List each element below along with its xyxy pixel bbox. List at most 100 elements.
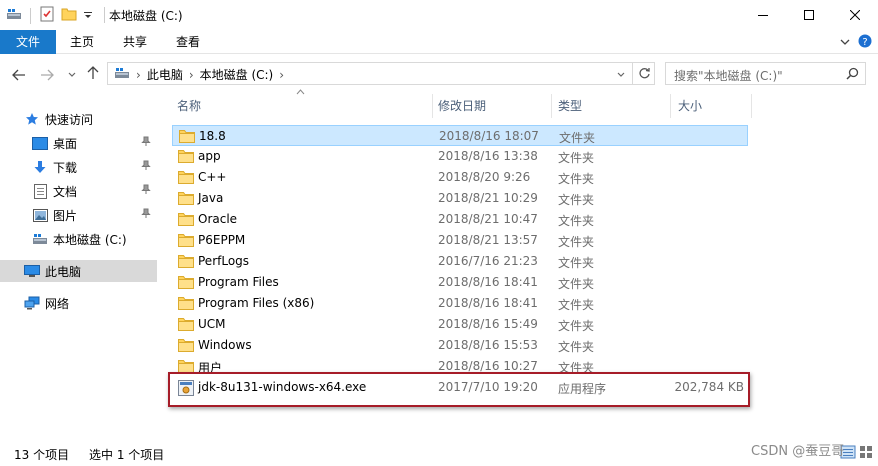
tab-view[interactable]: 查看 xyxy=(162,30,214,54)
item-count: 13 个项目 xyxy=(14,448,70,462)
nav-label: 图片 xyxy=(53,208,78,223)
star-icon xyxy=(24,111,40,127)
column-header-name[interactable]: 名称 xyxy=(165,94,201,118)
file-type: 文件夹 xyxy=(558,340,595,354)
nav-label: 本地磁盘 (C:) xyxy=(53,232,127,247)
pin-icon[interactable] xyxy=(141,208,151,221)
maximize-button[interactable] xyxy=(786,0,832,30)
file-date: 2018/8/21 10:29 xyxy=(438,191,538,205)
file-type: 文件夹 xyxy=(558,172,595,186)
search-icon[interactable] xyxy=(846,67,859,83)
window-title: 本地磁盘 (C:) xyxy=(109,9,183,23)
tab-home[interactable]: 主页 xyxy=(56,30,108,54)
file-row[interactable]: Program Files 2018/8/16 18:41 文件夹 xyxy=(172,272,748,293)
file-row[interactable]: Oracle 2018/8/21 10:47 文件夹 xyxy=(172,209,748,230)
drive-icon[interactable] xyxy=(6,7,22,24)
column-header-date[interactable]: 修改日期 xyxy=(426,94,486,118)
help-icon[interactable]: ? xyxy=(858,34,872,51)
file-row[interactable]: P6EPPM 2018/8/21 13:57 文件夹 xyxy=(172,230,748,251)
ribbon-right-controls: ? xyxy=(840,34,872,51)
recent-locations-dropdown-icon[interactable] xyxy=(63,66,81,84)
drive-icon xyxy=(114,67,130,82)
new-folder-icon[interactable] xyxy=(61,7,77,24)
nav-label: 文档 xyxy=(53,184,78,199)
file-row[interactable]: UCM 2018/8/16 15:49 文件夹 xyxy=(172,314,748,335)
nav-item-this-pc[interactable]: 此电脑 xyxy=(0,260,157,282)
file-name: UCM xyxy=(198,317,226,331)
title-bar: 本地磁盘 (C:) xyxy=(0,0,878,30)
file-type: 文件夹 xyxy=(558,298,595,312)
breadcrumb-this-pc[interactable]: 此电脑 xyxy=(147,66,183,83)
forward-arrow-icon[interactable] xyxy=(38,66,56,84)
pin-icon[interactable] xyxy=(141,160,151,173)
nav-quick-access[interactable]: 快速访问 xyxy=(0,108,157,130)
nav-item-downloads[interactable]: 下载 xyxy=(0,156,157,178)
file-name: Program Files (x86) xyxy=(198,296,315,310)
picture-icon xyxy=(32,207,48,223)
file-date: 2016/7/16 21:23 xyxy=(438,254,538,268)
breadcrumb-local-disk[interactable]: 本地磁盘 (C:) xyxy=(200,66,274,83)
breadcrumb-chevron-icon[interactable]: › xyxy=(136,68,141,82)
nav-item-local-disk[interactable]: 本地磁盘 (C:) xyxy=(0,228,157,250)
nav-item-pictures[interactable]: 图片 xyxy=(0,204,157,226)
file-date: 2018/8/16 10:27 xyxy=(438,359,538,373)
computer-icon xyxy=(24,263,40,279)
breadcrumb-chevron-icon[interactable]: › xyxy=(189,68,194,82)
file-row[interactable]: Java 2018/8/21 10:29 文件夹 xyxy=(172,188,748,209)
back-arrow-icon[interactable] xyxy=(10,66,28,84)
tab-file[interactable]: 文件 xyxy=(0,30,56,54)
file-date: 2018/8/16 15:53 xyxy=(438,338,538,352)
file-name: Program Files xyxy=(198,275,279,289)
selection-count: 选中 1 个项目 xyxy=(89,448,165,462)
breadcrumb-chevron-icon[interactable]: › xyxy=(279,68,284,82)
file-name: PerfLogs xyxy=(198,254,250,268)
customize-dropdown-icon[interactable] xyxy=(83,9,93,23)
view-switcher xyxy=(840,444,874,463)
file-date: 2018/8/20 9:26 xyxy=(438,170,531,184)
file-date: 2018/8/16 18:07 xyxy=(439,129,539,143)
folder-icon xyxy=(178,254,194,268)
folder-icon xyxy=(178,338,194,352)
nav-label: 下载 xyxy=(53,160,78,175)
column-divider[interactable] xyxy=(751,94,752,118)
file-type: 文件夹 xyxy=(558,319,595,333)
expand-ribbon-icon[interactable] xyxy=(840,36,850,50)
file-name: Java xyxy=(198,191,224,205)
highlight-annotation-box xyxy=(168,372,750,407)
nav-item-desktop[interactable]: 桌面 xyxy=(0,132,157,154)
search-input[interactable]: 搜索"本地磁盘 (C:)" xyxy=(674,67,783,84)
pin-icon[interactable] xyxy=(141,184,151,197)
file-name: C++ xyxy=(198,170,227,184)
column-header-size[interactable]: 大小 xyxy=(666,94,702,118)
file-row[interactable]: C++ 2018/8/20 9:26 文件夹 xyxy=(172,167,748,188)
file-date: 2018/8/21 10:47 xyxy=(438,212,538,226)
file-row[interactable]: 18.8 2018/8/16 18:07 文件夹 xyxy=(172,125,748,146)
file-row[interactable]: Windows 2018/8/16 15:53 文件夹 xyxy=(172,335,748,356)
file-date: 2018/8/16 15:49 xyxy=(438,317,538,331)
column-header-type[interactable]: 类型 xyxy=(546,94,582,118)
up-arrow-icon[interactable] xyxy=(84,64,102,82)
file-type: 文件夹 xyxy=(558,256,595,270)
address-history-dropdown-icon[interactable] xyxy=(612,66,630,84)
large-icons-view-icon[interactable] xyxy=(858,444,874,463)
folder-icon xyxy=(178,317,194,331)
file-date: 2018/8/16 18:41 xyxy=(438,275,538,289)
minimize-button[interactable] xyxy=(740,0,786,30)
folder-icon xyxy=(178,233,194,247)
file-row[interactable]: PerfLogs 2016/7/16 21:23 文件夹 xyxy=(172,251,748,272)
tab-share[interactable]: 共享 xyxy=(109,30,161,54)
file-row[interactable]: Program Files (x86) 2018/8/16 18:41 文件夹 xyxy=(172,293,748,314)
file-row[interactable]: app 2018/8/16 13:38 文件夹 xyxy=(172,146,748,167)
close-button[interactable] xyxy=(832,0,878,30)
address-bar[interactable]: › 此电脑 › 本地磁盘 (C:) › xyxy=(107,62,655,85)
desktop-icon xyxy=(32,135,48,151)
pin-icon[interactable] xyxy=(141,136,151,149)
properties-icon[interactable] xyxy=(39,6,55,25)
search-box[interactable]: 搜索"本地磁盘 (C:)" xyxy=(665,62,866,85)
nav-item-network[interactable]: 网络 xyxy=(0,292,157,314)
toolbar-separator xyxy=(30,7,31,24)
nav-item-documents[interactable]: 文档 xyxy=(0,180,157,202)
refresh-button[interactable] xyxy=(632,62,655,85)
file-type: 文件夹 xyxy=(558,214,595,228)
navigation-pane: 快速访问 桌面 下载 文档 图片 本地磁盘 (C:) 此电脑 网络 xyxy=(0,100,157,440)
